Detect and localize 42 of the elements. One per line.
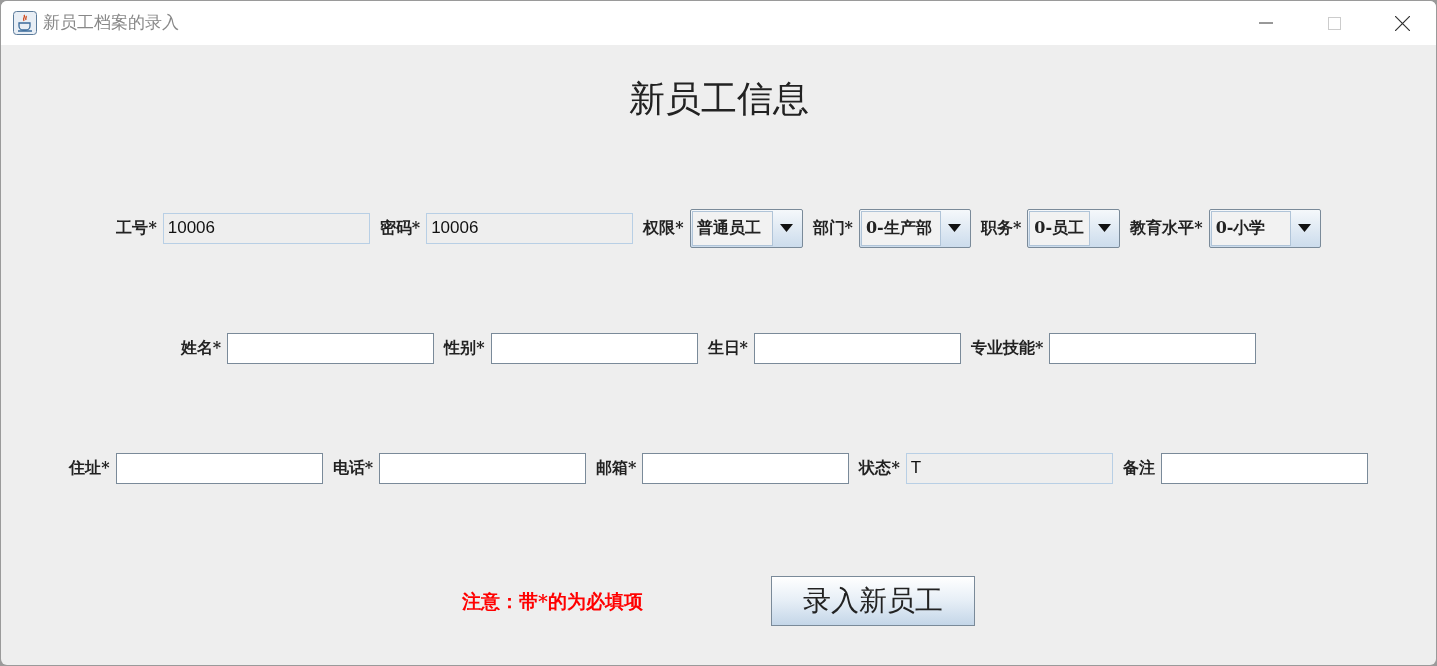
maximize-icon [1327,16,1341,30]
field-label: 生日* [707,337,748,359]
required-note: 注意：带*的为必填项 [462,588,643,614]
submit-button[interactable]: 录入新员工 [770,576,975,626]
dropdown[interactable]: 普通员工 [689,208,803,248]
field-label: 教育水平* [1130,217,1203,239]
minimize-icon [1259,22,1273,24]
field-label: 邮箱* [596,457,637,479]
field-label: 备注 [1122,457,1155,479]
input-field[interactable] [753,332,961,364]
dropdown[interactable]: 0-小学 [1208,208,1321,248]
field-label: 电话* [332,457,373,479]
caret-icon [1298,224,1312,232]
input-field[interactable]: 10006 [426,212,634,244]
input-field[interactable]: T [905,452,1113,484]
close-icon [1394,15,1410,31]
field-label: 密码* [379,217,421,239]
coffee-cup-icon [13,11,37,35]
field-label: 部门* [812,217,853,239]
caret-icon [1097,224,1111,232]
input-field[interactable] [1160,452,1368,484]
field-label: 权限* [643,217,684,239]
window-title: 新员工档案的录入 [43,12,179,35]
field-label: 专业技能* [970,337,1044,359]
input-field[interactable]: 10006 [162,212,370,244]
dropdown[interactable]: 0-生产部 [858,208,971,248]
input-field[interactable] [642,452,850,484]
form-heading: 新员工信息 [628,77,809,121]
field-label: 工号* [116,217,157,239]
field-label: 状态* [859,457,900,479]
input-field[interactable] [379,452,586,484]
input-field[interactable] [227,332,435,364]
input-field[interactable] [115,452,323,484]
caret-icon [948,224,962,232]
caret-icon [780,224,793,232]
input-field[interactable] [490,332,698,364]
field-label: 职务* [980,217,1022,239]
field-label: 住址* [69,457,110,479]
input-field[interactable] [1049,332,1257,364]
field-label: 性别* [444,337,485,359]
dropdown[interactable]: 0-员工 [1027,208,1121,248]
field-label: 姓名* [180,337,222,359]
